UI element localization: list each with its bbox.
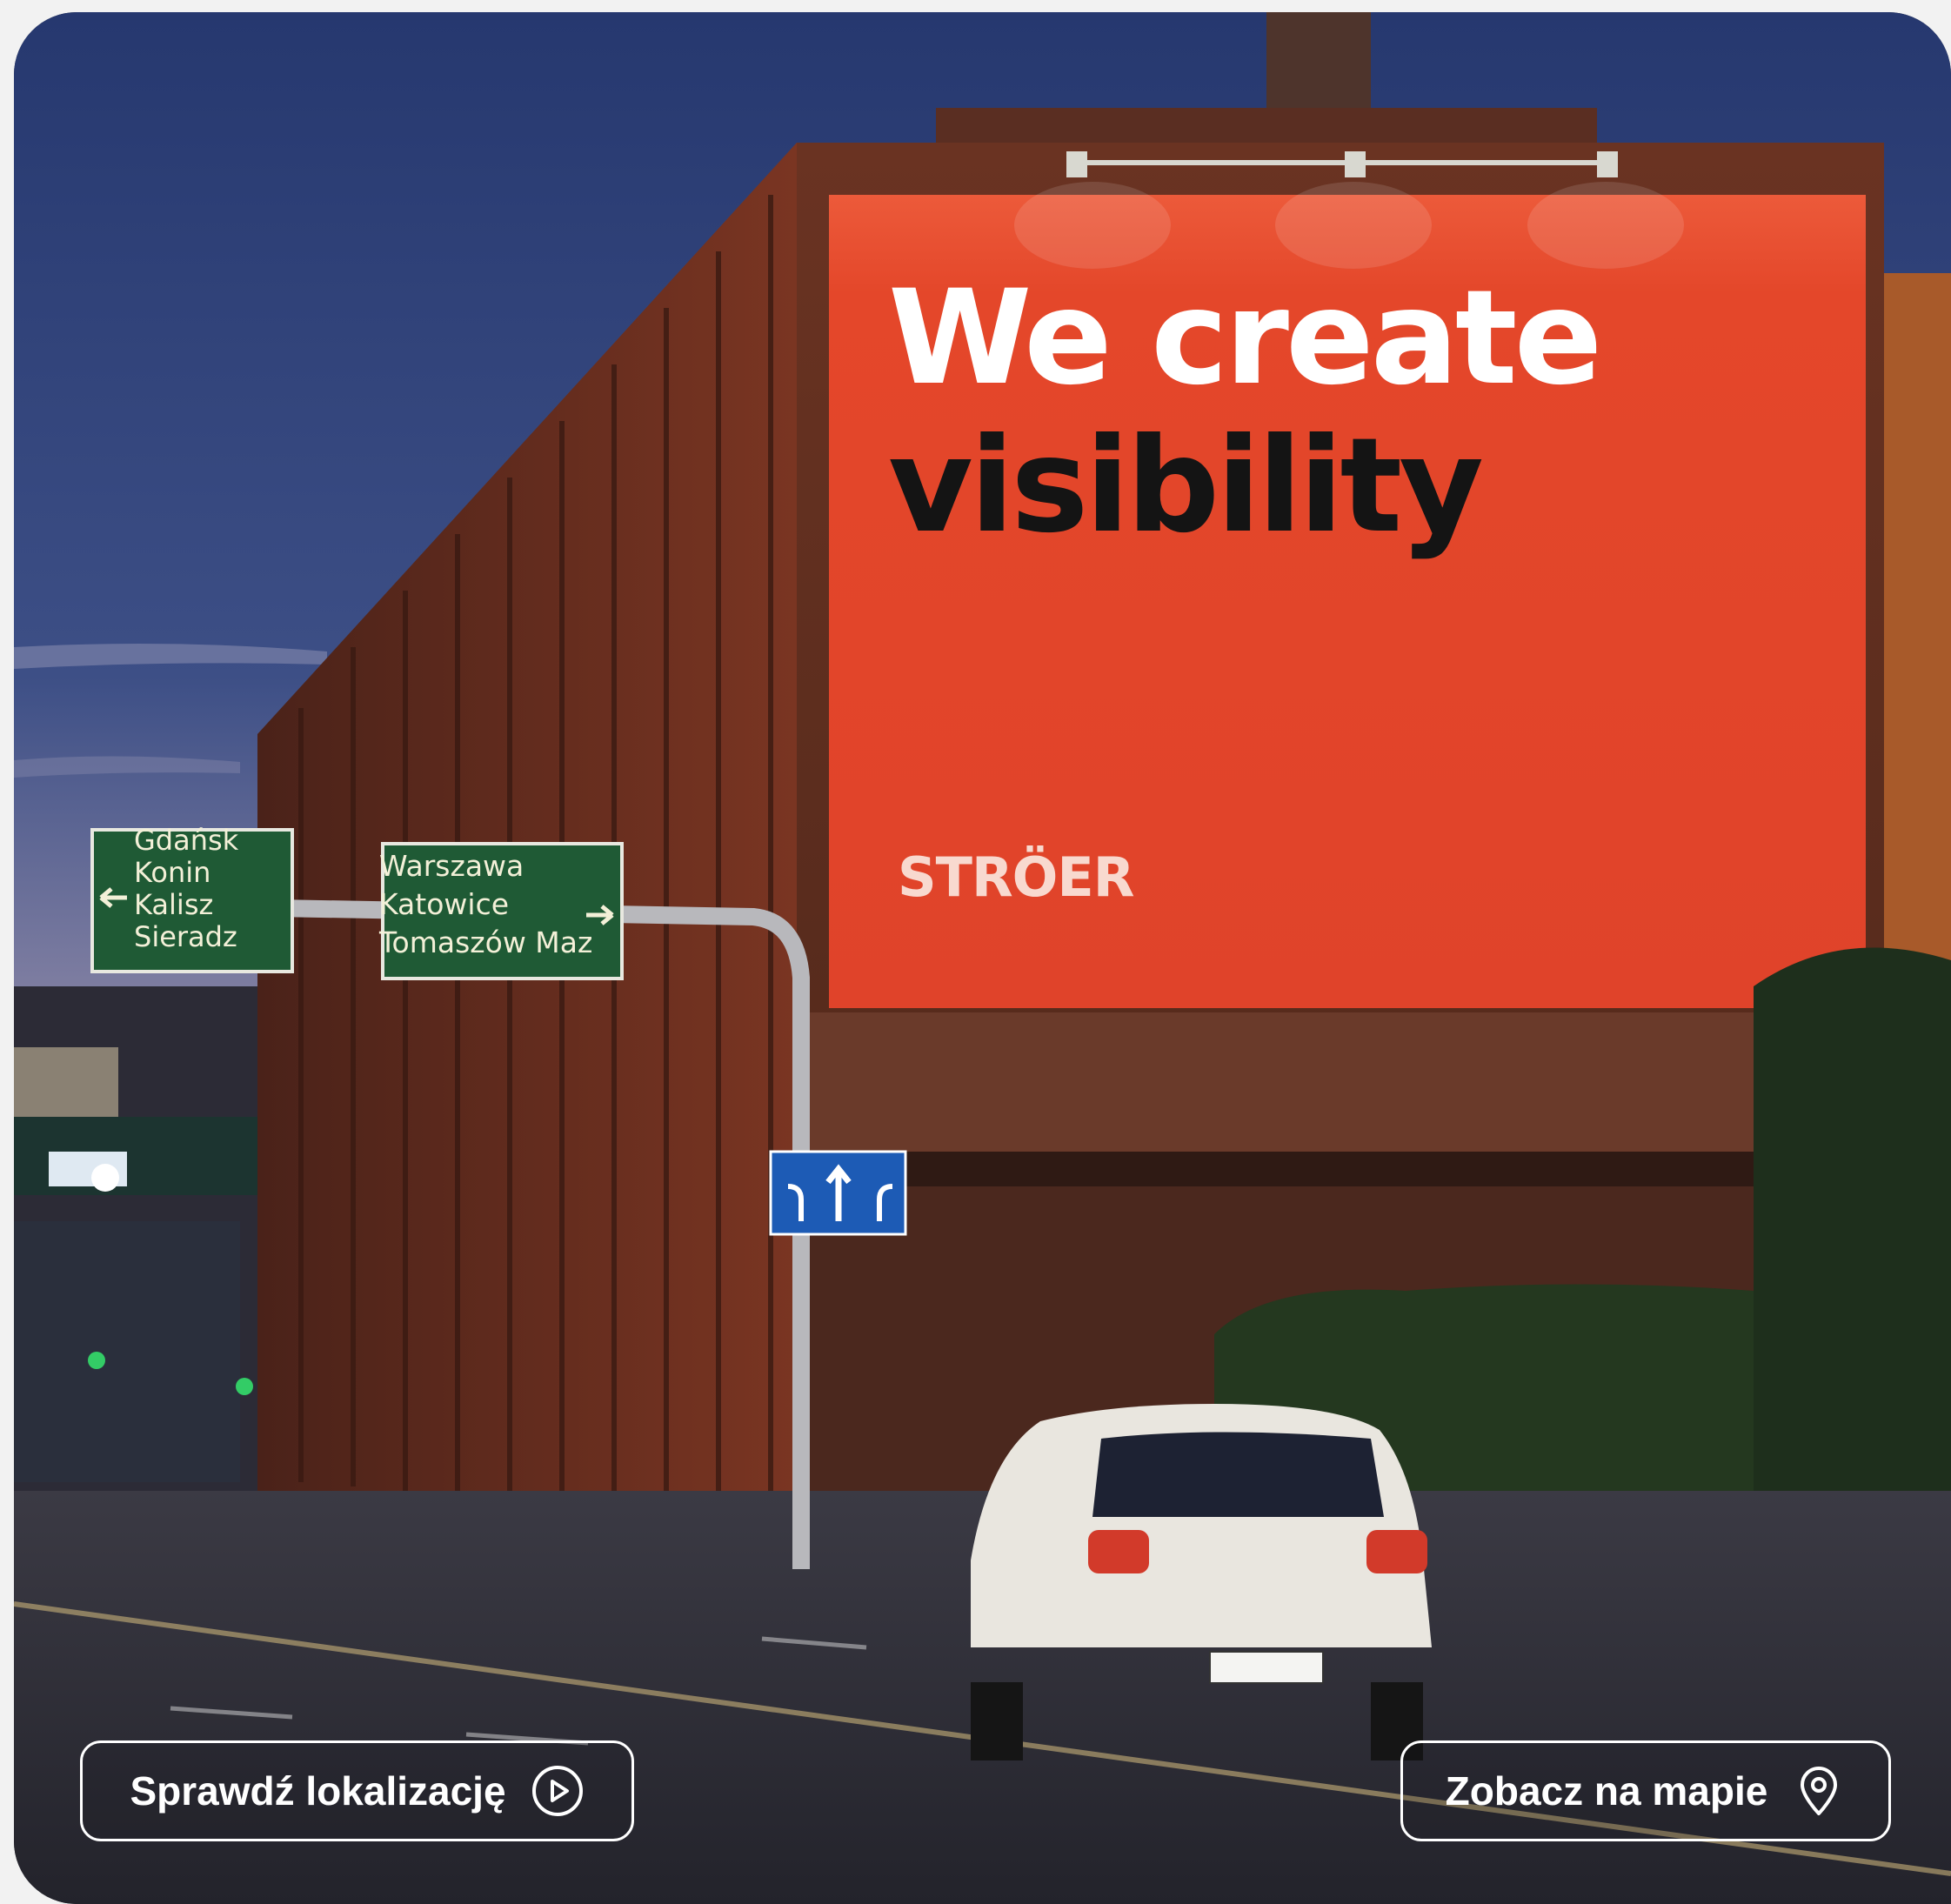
check-location-button[interactable]: Sprawdź lokalizację xyxy=(80,1740,634,1841)
road-sign-destination: Katowice xyxy=(379,887,510,921)
stroer-logo: STRÖER xyxy=(898,845,1134,909)
road-sign-destination: Warszawa xyxy=(379,849,524,883)
road-sign-destination: Kalisz xyxy=(134,888,214,921)
play-circle-icon xyxy=(531,1764,585,1818)
see-on-map-button[interactable]: Zobacz na mapie xyxy=(1400,1740,1891,1841)
location-photo-card: We create visibility STRÖER Gdańsk Konin… xyxy=(14,12,1951,1904)
road-sign-left: Gdańsk Konin Kalisz Sieradz xyxy=(134,825,238,953)
road-sign-right: Warszawa Katowice Tomaszów Maz xyxy=(379,847,592,962)
road-sign-destination: Sieradz xyxy=(134,920,237,953)
map-pin-icon xyxy=(1792,1764,1846,1818)
road-sign-destination: Konin xyxy=(134,856,211,889)
check-location-label: Sprawdź lokalizację xyxy=(130,1768,506,1814)
see-on-map-label: Zobacz na mapie xyxy=(1445,1768,1768,1814)
billboard-headline-line2: visibility xyxy=(888,411,1484,562)
road-sign-destination: Tomaszów Maz xyxy=(379,925,593,959)
road-sign-destination: Gdańsk xyxy=(134,824,239,857)
billboard-headline-line1: We create xyxy=(888,263,1602,414)
